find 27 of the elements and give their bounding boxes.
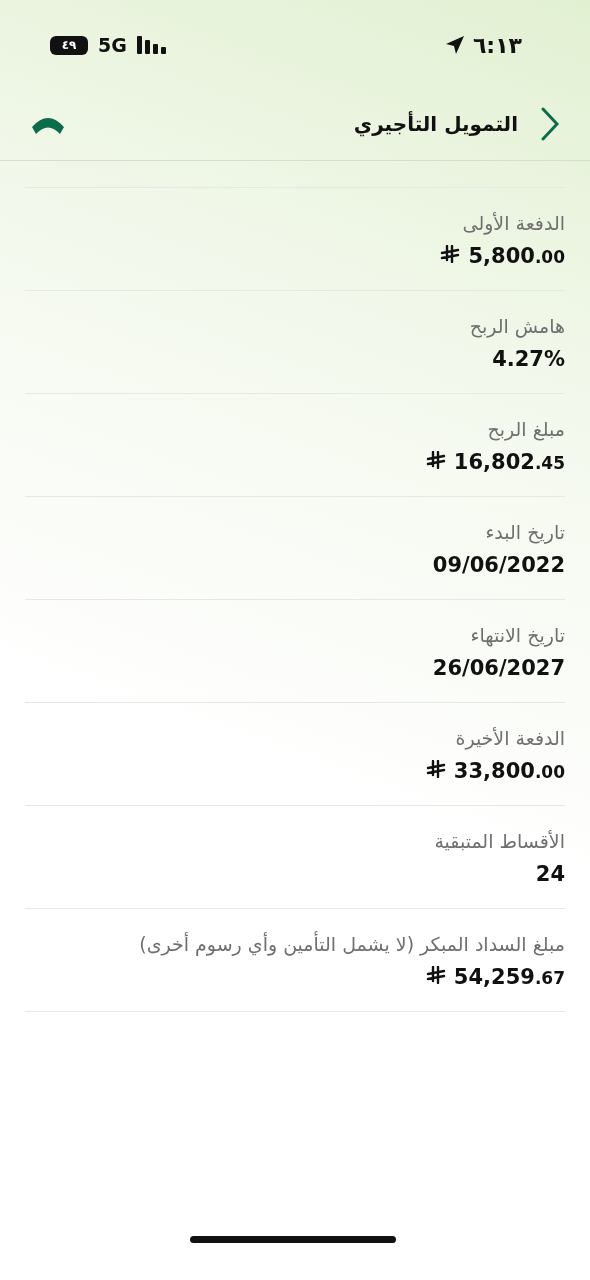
detail-value: 26/06/2027: [432, 656, 565, 680]
riyal-icon: [425, 760, 446, 778]
riyal-icon: [425, 451, 446, 469]
detail-label: الأقساط المتبقية: [433, 830, 565, 852]
signal-icon: [136, 36, 167, 54]
detail-label: الدفعة الأولى: [461, 212, 565, 234]
network-label: 5G: [98, 34, 127, 56]
detail-label: الدفعة الأخيرة: [454, 727, 565, 749]
detail-label: مبلغ الربح: [486, 418, 565, 440]
amount-value: 16,802.45: [425, 450, 565, 474]
detail-value: 09/06/2022: [432, 553, 565, 577]
page-title: التمويل التأجيري: [353, 112, 518, 136]
amount-value: 33,800.00: [425, 759, 565, 783]
riyal-icon: [425, 966, 446, 984]
back-chevron-icon[interactable]: [540, 107, 560, 141]
battery-icon: ٤٩: [50, 35, 88, 55]
status-time: ٦:١٣: [472, 32, 522, 58]
detail-label: تاريخ البدء: [484, 521, 565, 543]
detail-label: تاريخ الانتهاء: [469, 624, 565, 646]
detail-label: هامش الربح: [468, 315, 565, 337]
location-arrow-icon: [444, 35, 465, 55]
amount-value: 54,259.67: [425, 965, 565, 989]
detail-value: 24: [535, 862, 565, 886]
detail-value: 4.27%: [492, 347, 565, 371]
detail-label: مبلغ السداد المبكر (لا يشمل التأمين وأي رسوم أخرى): [138, 933, 565, 955]
riyal-icon: [440, 245, 461, 263]
amount-value: 5,800.00: [440, 244, 565, 268]
